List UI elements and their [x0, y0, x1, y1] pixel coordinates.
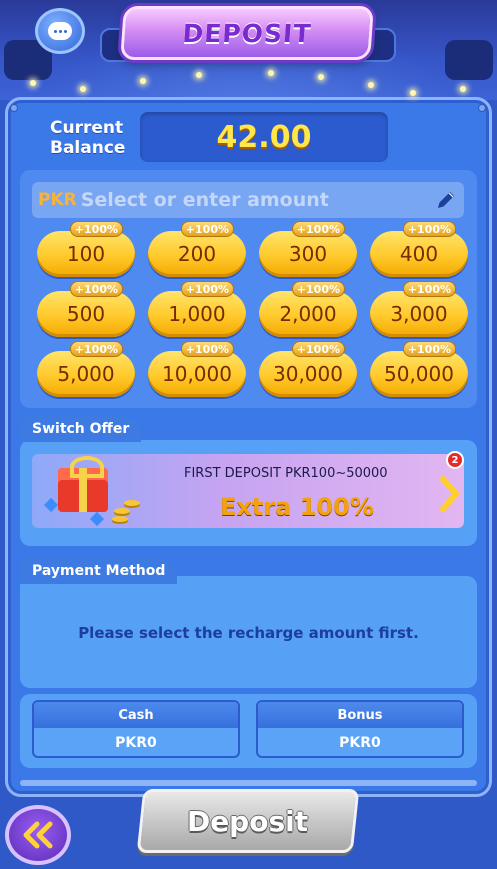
lamp — [410, 90, 416, 96]
cash-balance-box: Cash PKR0 — [32, 700, 240, 758]
amount-value: 100 — [66, 242, 106, 266]
amount-option[interactable]: +100% 5,000 — [37, 341, 135, 397]
lamp — [30, 80, 36, 86]
offer-extra: Extra 100% — [220, 493, 374, 521]
bonus-value: PKR0 — [339, 735, 381, 751]
bonus-balance-box: Bonus PKR0 — [256, 700, 464, 758]
rivet-decoration — [478, 104, 486, 112]
bonus-percent-badge: +100% — [69, 341, 123, 357]
coin-stack-icon — [114, 508, 130, 514]
payment-method-message: Please select the recharge amount first. — [78, 624, 419, 642]
deposit-button[interactable]: Deposit — [136, 789, 360, 853]
chat-bubble-icon — [48, 22, 72, 40]
cash-label: Cash — [34, 702, 238, 728]
amount-value: 500 — [66, 302, 106, 326]
amount-placeholder: Select or enter amount — [80, 189, 329, 211]
page-title-banner: DEPOSIT — [120, 6, 374, 60]
bonus-percent-badge: +100% — [402, 221, 456, 237]
amount-option[interactable]: +100% 400 — [370, 221, 468, 277]
offer-count-badge: 2 — [446, 451, 464, 469]
currency-label: PKR — [38, 190, 77, 210]
balance-label-line1: Current — [50, 118, 124, 138]
amount-value: 400 — [399, 242, 439, 266]
lamp — [268, 70, 274, 76]
bonus-percent-badge: +100% — [180, 281, 234, 297]
amount-option[interactable]: +100% 100 — [37, 221, 135, 277]
amount-value: 30,000 — [273, 362, 343, 386]
lamp — [318, 74, 324, 80]
amount-value: 10,000 — [162, 362, 232, 386]
amount-option[interactable]: +100% 3,000 — [370, 281, 468, 337]
page-title: DEPOSIT — [181, 18, 313, 48]
amount-value: 2,000 — [279, 302, 337, 326]
amount-input[interactable]: PKR Select or enter amount — [32, 182, 464, 218]
amount-option[interactable]: +100% 200 — [148, 221, 246, 277]
lamp — [460, 86, 466, 92]
pencil-icon[interactable] — [434, 188, 458, 212]
amount-value: 1,000 — [168, 302, 226, 326]
bonus-percent-badge: +100% — [402, 281, 456, 297]
bonus-percent-badge: +100% — [69, 221, 123, 237]
double-chevron-left-icon — [23, 821, 53, 849]
stage-light-right — [445, 40, 493, 80]
gift-box-icon — [58, 456, 108, 512]
bonus-percent-badge: +100% — [291, 281, 345, 297]
switch-offer-tab: Switch Offer — [20, 416, 142, 442]
amount-option[interactable]: +100% 300 — [259, 221, 357, 277]
amount-option[interactable]: +100% 1,000 — [148, 281, 246, 337]
amount-value: 3,000 — [390, 302, 448, 326]
amount-value: 200 — [177, 242, 217, 266]
cash-value: PKR0 — [115, 735, 157, 751]
lamp — [196, 72, 202, 78]
coin-stack-icon — [124, 500, 140, 506]
rivet-decoration — [10, 104, 18, 112]
amount-option[interactable]: +100% 2,000 — [259, 281, 357, 337]
amount-value: 300 — [288, 242, 328, 266]
lamp — [368, 82, 374, 88]
chevron-right-icon[interactable] — [440, 476, 460, 512]
balance-display: 42.00 — [140, 112, 388, 162]
amount-value: 5,000 — [57, 362, 115, 386]
bonus-percent-badge: +100% — [291, 221, 345, 237]
bonus-percent-badge: +100% — [180, 221, 234, 237]
balance-label: Current Balance — [50, 118, 125, 158]
chat-support-icon[interactable] — [35, 8, 85, 54]
panel-divider — [20, 780, 477, 786]
bonus-percent-badge: +100% — [69, 281, 123, 297]
bonus-label: Bonus — [258, 702, 462, 728]
lamp — [140, 78, 146, 84]
amount-option[interactable]: +100% 50,000 — [370, 341, 468, 397]
payment-method-tab: Payment Method — [20, 558, 178, 584]
bonus-percent-badge: +100% — [180, 341, 234, 357]
back-button[interactable] — [5, 805, 71, 865]
amount-option[interactable]: +100% 500 — [37, 281, 135, 337]
amount-value: 50,000 — [384, 362, 454, 386]
deposit-button-label: Deposit — [187, 804, 309, 838]
coin-stack-icon — [112, 516, 128, 522]
bonus-percent-badge: +100% — [291, 341, 345, 357]
amount-option[interactable]: +100% 10,000 — [148, 341, 246, 397]
lamp — [80, 86, 86, 92]
balance-value: 42.00 — [216, 119, 312, 155]
bonus-percent-badge: +100% — [402, 341, 456, 357]
balance-label-line2: Balance — [50, 138, 126, 158]
amount-option[interactable]: +100% 30,000 — [259, 341, 357, 397]
offer-title: FIRST DEPOSIT PKR100~50000 — [184, 466, 388, 481]
